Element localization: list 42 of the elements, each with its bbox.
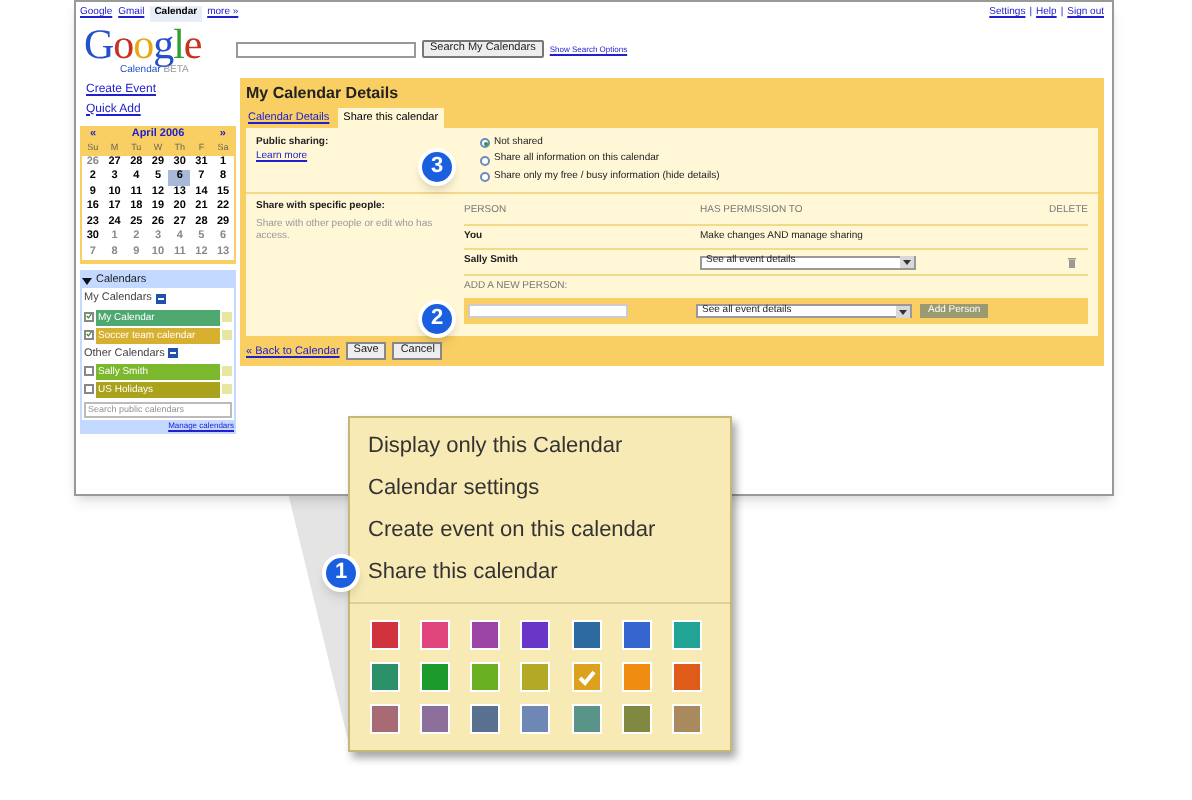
step-number-badge: 2 bbox=[418, 299, 456, 338]
radio-button-icon[interactable] bbox=[480, 138, 490, 148]
color-swatch[interactable] bbox=[470, 620, 501, 650]
color-swatch[interactable] bbox=[420, 662, 451, 692]
color-swatch[interactable] bbox=[520, 620, 551, 650]
color-swatch[interactable] bbox=[571, 662, 602, 692]
radio-button-icon[interactable] bbox=[480, 155, 490, 165]
collapse-triangle-icon[interactable] bbox=[82, 275, 92, 286]
new-person-field[interactable] bbox=[468, 304, 628, 319]
color-swatch[interactable] bbox=[420, 620, 451, 650]
menu-item[interactable]: Create event on this calendar bbox=[368, 510, 712, 552]
color-swatch[interactable] bbox=[671, 620, 702, 650]
delete-icon[interactable] bbox=[1068, 257, 1076, 267]
color-swatch[interactable] bbox=[370, 704, 400, 734]
dropdown-arrow-icon bbox=[896, 305, 910, 318]
color-swatch[interactable] bbox=[470, 662, 501, 692]
radio-button-icon[interactable] bbox=[480, 172, 490, 182]
color-swatch[interactable] bbox=[621, 704, 652, 734]
calendar-checkbox[interactable] bbox=[84, 365, 94, 376]
color-swatch[interactable] bbox=[370, 662, 400, 692]
color-swatch[interactable] bbox=[520, 662, 551, 692]
menu-item[interactable]: Display only this Calendar bbox=[368, 426, 712, 468]
dropdown-arrow-icon bbox=[900, 256, 914, 268]
step-number-badge: 3 bbox=[418, 147, 456, 186]
color-swatch[interactable] bbox=[671, 662, 702, 692]
calendar-checkbox[interactable] bbox=[84, 311, 94, 321]
checkmark-icon bbox=[577, 669, 596, 685]
color-swatch[interactable] bbox=[520, 704, 551, 734]
color-swatch[interactable] bbox=[571, 704, 602, 734]
color-swatch[interactable] bbox=[470, 704, 501, 734]
panel-title: My Calendar Details bbox=[246, 81, 401, 105]
color-swatch[interactable] bbox=[621, 662, 652, 692]
calendar-checkbox[interactable] bbox=[84, 329, 94, 339]
menu-item[interactable]: Calendar settings bbox=[368, 468, 712, 510]
calendar-checkbox[interactable] bbox=[84, 383, 94, 394]
menu-item[interactable]: Share this calendar bbox=[368, 552, 712, 594]
color-swatch[interactable] bbox=[370, 620, 400, 650]
color-swatch[interactable] bbox=[621, 620, 652, 650]
color-swatch[interactable] bbox=[420, 704, 451, 734]
search-field[interactable] bbox=[236, 41, 416, 57]
color-swatch[interactable] bbox=[571, 620, 602, 650]
color-swatch[interactable] bbox=[671, 704, 702, 734]
